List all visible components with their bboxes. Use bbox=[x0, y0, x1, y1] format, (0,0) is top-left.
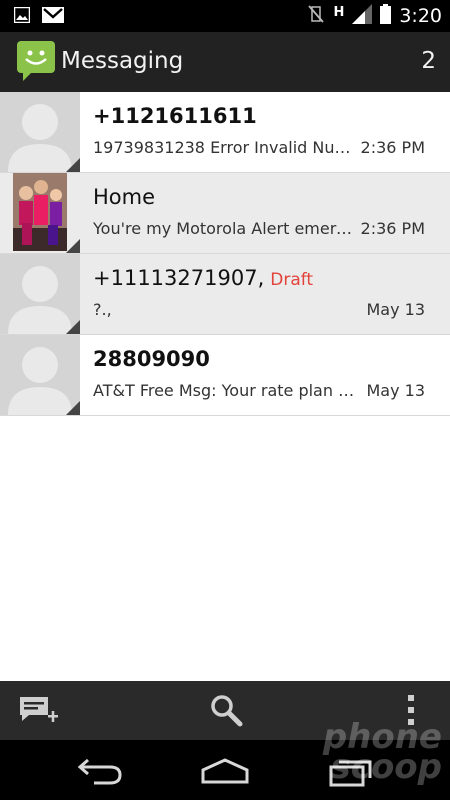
conversation-date: 2:36 PM bbox=[360, 219, 425, 238]
conversation-snippet: 19739831238 Error Invalid Number bbox=[93, 138, 355, 157]
default-contact-avatar[interactable] bbox=[0, 254, 80, 334]
clock: 3:20 bbox=[399, 5, 442, 27]
conversation-row[interactable]: +1121611611 19739831238 Error Invalid Nu… bbox=[0, 92, 450, 173]
home-icon[interactable] bbox=[200, 756, 250, 790]
network-type: H bbox=[333, 4, 345, 20]
conversation-date: May 13 bbox=[366, 381, 425, 400]
overflow-menu-icon[interactable] bbox=[405, 693, 417, 731]
conversation-snippet: ?., bbox=[93, 300, 112, 319]
gmail-icon bbox=[42, 7, 64, 27]
page-title: Messaging bbox=[61, 48, 184, 74]
conversation-row[interactable]: Home You're my Motorola Alert emergency … bbox=[0, 173, 450, 254]
conversation-name: Home bbox=[93, 185, 156, 209]
navigation-bar bbox=[0, 740, 450, 800]
recents-icon[interactable] bbox=[328, 756, 374, 792]
conversation-date: 2:36 PM bbox=[360, 138, 425, 157]
conversation-snippet: You're my Motorola Alert emergency conta… bbox=[93, 219, 355, 238]
new-message-icon[interactable] bbox=[20, 693, 60, 733]
contact-photo-avatar[interactable] bbox=[0, 173, 80, 253]
unread-count-badge: 2 bbox=[421, 48, 436, 74]
conversation-date: May 13 bbox=[366, 300, 425, 319]
action-bar: Messaging 2 bbox=[0, 32, 450, 92]
conversation-name: 28809090 bbox=[93, 347, 210, 371]
conversation-list: +1121611611 19739831238 Error Invalid Nu… bbox=[0, 92, 450, 416]
status-bar: H 3:20 bbox=[0, 0, 450, 32]
conversation-name: +11113271907, Draft bbox=[93, 266, 313, 290]
default-contact-avatar[interactable] bbox=[0, 335, 80, 415]
vibrate-off-icon bbox=[307, 4, 325, 28]
search-icon[interactable] bbox=[209, 693, 243, 731]
conversation-snippet: AT&T Free Msg: Your rate plan changed bbox=[93, 381, 355, 400]
back-icon[interactable] bbox=[76, 756, 124, 790]
conversation-name-text: +11113271907, bbox=[93, 266, 265, 290]
signal-icon bbox=[352, 4, 373, 28]
messaging-app-icon[interactable] bbox=[17, 41, 55, 85]
conversation-row[interactable]: 28809090 AT&T Free Msg: Your rate plan c… bbox=[0, 335, 450, 416]
image-icon bbox=[13, 6, 31, 27]
bottom-action-bar bbox=[0, 681, 450, 740]
conversation-row[interactable]: +11113271907, Draft ?., May 13 bbox=[0, 254, 450, 335]
battery-icon bbox=[380, 4, 392, 28]
draft-label: Draft bbox=[270, 270, 314, 290]
conversation-name: +1121611611 bbox=[93, 104, 257, 128]
default-contact-avatar[interactable] bbox=[0, 92, 80, 172]
